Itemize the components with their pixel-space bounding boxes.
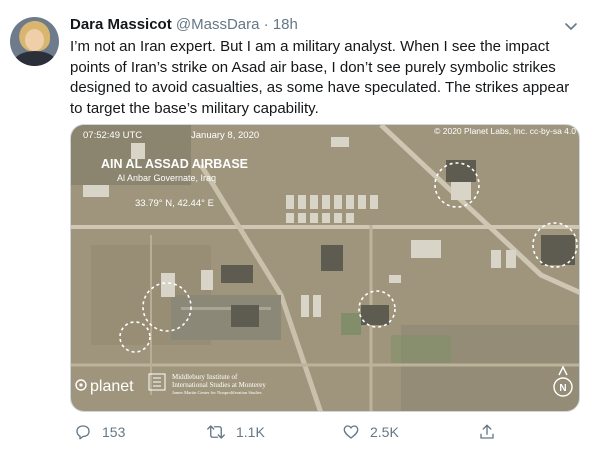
author-name[interactable]: Dara Massicot	[70, 16, 172, 33]
north-label: N	[559, 383, 566, 394]
satellite-image: 07:52:49 UTC January 8, 2020 © 2020 Plan…	[71, 125, 579, 411]
like-count: 2.5K	[370, 424, 399, 440]
image-copyright: © 2020 Planet Labs, Inc. cc-by-sa 4.0	[434, 126, 576, 136]
base-coordinates: 33.79° N, 42.44° E	[135, 198, 214, 209]
base-location: Al Anbar Governate, Iraq	[117, 173, 216, 183]
share-button[interactable]	[478, 420, 506, 444]
planet-logo-text: planet	[90, 378, 134, 395]
retweet-button[interactable]: 1.1K	[206, 420, 265, 444]
avatar-body	[14, 51, 56, 66]
institute-line-2: International Studies at Monterey	[172, 381, 266, 389]
author-handle[interactable]: @MassDara	[176, 16, 260, 33]
reply-icon	[76, 425, 90, 440]
tweet-image[interactable]: 07:52:49 UTC January 8, 2020 © 2020 Plan…	[70, 124, 580, 412]
chevron-down-icon[interactable]	[563, 18, 579, 34]
tweet-time[interactable]: 18h	[273, 16, 298, 33]
tweet-header: Dara Massicot @MassDara · 18h	[70, 15, 298, 35]
tweet[interactable]: Dara Massicot @MassDara · 18h I’m not an…	[0, 0, 593, 452]
image-timestamp: 07:52:49 UTC	[83, 130, 142, 141]
image-date: January 8, 2020	[191, 130, 259, 141]
institute-line-1: Middlebury Institute of	[172, 373, 238, 381]
reply-count: 153	[102, 424, 126, 440]
reply-button[interactable]: 153	[74, 420, 125, 444]
retweet-count: 1.1K	[236, 424, 265, 440]
tweet-actions: 153 1.1K 2.5K	[70, 420, 580, 444]
avatar[interactable]	[10, 17, 59, 66]
like-button[interactable]: 2.5K	[342, 420, 399, 444]
avatar-face	[25, 29, 44, 51]
share-icon	[480, 424, 494, 439]
base-name: AIN AL ASSAD AIRBASE	[101, 157, 248, 171]
tweet-text: I’m not an Iran expert. But I am a milit…	[70, 38, 570, 117]
heart-icon	[343, 425, 359, 439]
institute-line-3: James Martin Center for Nonproliferation…	[172, 390, 262, 395]
retweet-icon	[207, 425, 225, 439]
separator-dot: ·	[263, 16, 269, 33]
